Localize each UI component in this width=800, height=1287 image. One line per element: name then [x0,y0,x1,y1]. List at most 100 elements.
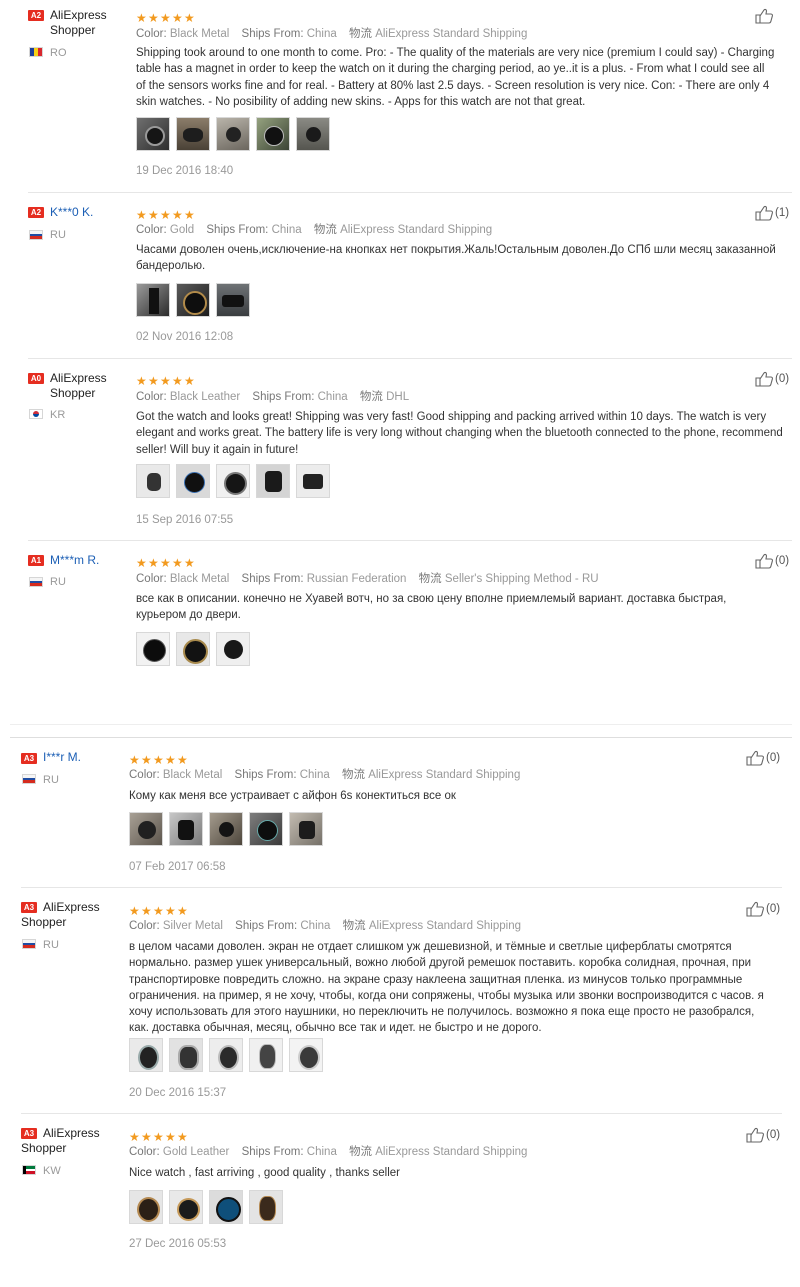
review-photo[interactable] [256,464,290,498]
helpful-button[interactable]: (0) [746,750,780,766]
logistics-value: DHL [386,391,410,403]
review-photo[interactable] [216,117,250,151]
thumbs-up-icon [755,371,773,387]
review-photo[interactable] [136,283,170,317]
thumbs-up-icon [755,8,773,24]
flag-kr-icon [29,409,43,419]
country-code: RU [43,774,59,786]
review-photo[interactable] [169,1190,203,1224]
helpful-button[interactable]: (1) [755,205,789,221]
star-rating: ★★★★★ [136,372,196,387]
helpful-count: (0) [775,373,790,385]
helpful-button[interactable] [755,8,775,24]
color-label: Color: [129,769,160,781]
review-photo[interactable] [209,1190,243,1224]
helpful-button[interactable]: (0) [755,371,789,387]
review-photo[interactable] [249,1038,283,1072]
star-icon: ★ [160,556,171,570]
review-photo[interactable] [289,1038,323,1072]
reviewer-name[interactable]: K***0 K. [50,205,150,220]
review-photo[interactable] [216,283,250,317]
star-icon: ★ [165,904,176,918]
review-divider [28,540,792,541]
ships-from-value: China [306,28,337,40]
star-icon: ★ [177,904,188,918]
review-photo[interactable] [129,1038,163,1072]
ships-from-label: Ships From: [252,391,315,403]
review-photo[interactable] [249,1190,283,1224]
review-card: A2 AliExpress Shopper RO ★★★★★ Color: Bl… [0,0,800,192]
review-photo[interactable] [176,632,210,666]
star-icon: ★ [141,753,152,767]
star-icon: ★ [141,1130,152,1144]
review-photo[interactable] [129,1190,163,1224]
star-icon: ★ [136,11,147,25]
star-icon: ★ [165,1130,176,1144]
logistics-label: 物流 [313,224,337,236]
star-icon: ★ [184,374,195,388]
ships-from-label: Ships From: [234,769,297,781]
review-photo[interactable] [209,812,243,846]
ships-from-value: Russian Federation [306,573,407,585]
review-photo[interactable] [209,1038,243,1072]
star-icon: ★ [172,208,183,222]
order-info: Color: Black Metal Ships From: Russian F… [136,572,599,586]
star-icon: ★ [184,556,195,570]
review-photo[interactable] [249,812,283,846]
review-card: A3 AliExpress Shopper KW ★★★★★ Color: Go… [0,1123,800,1273]
review-photo[interactable] [136,117,170,151]
color-value: Black Leather [169,391,241,403]
review-photo[interactable] [216,464,250,498]
review-photo[interactable] [289,812,323,846]
review-photo[interactable] [136,632,170,666]
reviewer-name[interactable]: M***m R. [50,553,150,568]
review-photo[interactable] [176,117,210,151]
star-icon: ★ [153,753,164,767]
reviewer-name: AliExpress Shopper [50,8,107,37]
review-photo[interactable] [129,812,163,846]
review-date: 20 Dec 2016 15:37 [129,1087,227,1099]
star-icon: ★ [160,11,171,25]
buyer-level-badge: A1 [28,555,44,566]
review-card: A2 K***0 K. RU ★★★★★ Color: Gold Ships F… [0,200,800,358]
review-photo[interactable] [176,464,210,498]
review-text: Часами доволен очень,исключение-на кнопк… [136,244,776,273]
star-icon: ★ [148,556,159,570]
review-photos [129,1038,329,1072]
review-text: Got the watch and looks great! Shipping … [136,411,783,456]
buyer-level-badge: A0 [28,373,44,384]
review-photo[interactable] [169,812,203,846]
review-photo[interactable] [136,464,170,498]
ships-from-label: Ships From: [206,224,269,236]
helpful-button[interactable]: (0) [746,1127,780,1143]
thumbs-up-icon [746,901,764,917]
review-divider [21,1113,782,1114]
star-icon: ★ [148,374,159,388]
star-icon: ★ [172,374,183,388]
review-text: все как в описании. конечно не Хуавей во… [136,593,727,622]
review-text: в целом часами доволен. экран не отдает … [129,941,764,1035]
star-icon: ★ [177,1130,188,1144]
helpful-button[interactable]: (0) [746,901,780,917]
color-value: Gold Leather [162,1146,230,1158]
helpful-count: (0) [766,1129,781,1141]
ships-from-value: China [271,224,302,236]
review-photo[interactable] [256,117,290,151]
thumbs-up-icon [755,205,773,221]
review-photo[interactable] [296,464,330,498]
thumbs-up-icon [755,553,773,569]
star-icon: ★ [184,208,195,222]
review-photo[interactable] [216,632,250,666]
buyer-level-badge: A2 [28,10,44,21]
star-rating: ★★★★★ [129,902,189,917]
review-photo[interactable] [169,1038,203,1072]
reviewer-name: AliExpress Shopper [21,1126,100,1155]
star-icon: ★ [184,11,195,25]
reviewer-name[interactable]: I***r M. [43,750,143,765]
helpful-button[interactable]: (0) [755,553,789,569]
review-photo[interactable] [296,117,330,151]
logistics-label: 物流 [349,1146,373,1158]
order-info: Color: Black Metal Ships From: China 物流 … [136,27,527,41]
logistics-value: Seller's Shipping Method - RU [444,573,599,585]
review-photo[interactable] [176,283,210,317]
